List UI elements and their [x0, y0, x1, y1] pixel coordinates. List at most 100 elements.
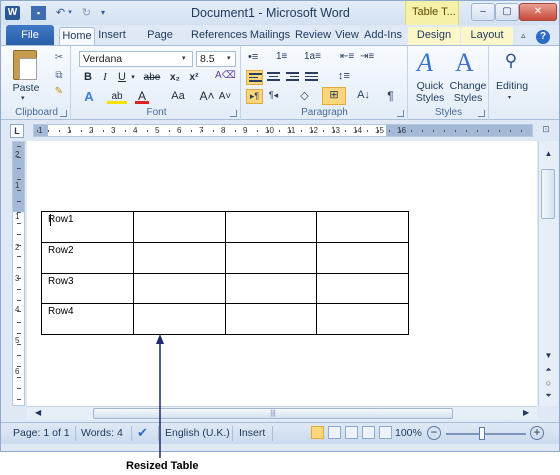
table-cell[interactable]: Row3: [41, 272, 134, 304]
font-color-button[interactable]: A: [135, 89, 149, 104]
vertical-scrollbar[interactable]: ▲ ▼ ⏶ ○ ⏷: [538, 141, 558, 406]
right-to-left-button[interactable]: ¶◂: [265, 89, 282, 104]
clipboard-launcher-icon[interactable]: [60, 110, 67, 117]
highlight-color-button[interactable]: ab: [107, 89, 127, 104]
format-painter-icon[interactable]: ✎: [53, 86, 65, 97]
table-cell[interactable]: [132, 303, 226, 335]
tab-home[interactable]: Home: [59, 27, 95, 46]
scroll-left-icon[interactable]: ◀: [35, 408, 41, 417]
line-spacing-button[interactable]: ↕≡: [338, 70, 355, 85]
font-size-dropdown-icon[interactable]: ▾: [227, 54, 231, 62]
tab-design[interactable]: Design: [408, 27, 460, 46]
customize-qat-icon[interactable]: ▾: [98, 6, 108, 20]
table-cell[interactable]: [132, 272, 226, 304]
insert-mode-status[interactable]: Insert: [239, 427, 265, 439]
underline-button[interactable]: U: [115, 70, 129, 85]
table-cell[interactable]: Row2: [41, 241, 134, 274]
quick-styles-icon[interactable]: A: [417, 50, 445, 76]
table-cell[interactable]: Row4: [41, 303, 134, 335]
word-count-status[interactable]: Words: 4: [81, 427, 123, 439]
strikethrough-button[interactable]: abe: [141, 70, 163, 85]
sort-button[interactable]: A↓: [355, 89, 372, 104]
table-cell[interactable]: [224, 241, 318, 274]
change-styles-icon[interactable]: A: [455, 50, 483, 76]
editing-button[interactable]: Editing: [490, 80, 534, 92]
quick-styles-button[interactable]: Quick Styles: [411, 80, 449, 104]
full-screen-reading-view-icon[interactable]: [328, 426, 341, 439]
left-to-right-button[interactable]: ▸¶: [246, 89, 263, 104]
table-cell[interactable]: [132, 211, 226, 243]
tab-selector-icon[interactable]: L: [10, 124, 24, 138]
vertical-scroll-thumb[interactable]: [541, 169, 555, 219]
table-cell[interactable]: [224, 303, 318, 335]
tab-insert[interactable]: Insert: [95, 27, 129, 46]
find-icon[interactable]: ⚲: [500, 50, 522, 72]
change-case-button[interactable]: Aa: [167, 89, 189, 104]
view-ruler-icon[interactable]: ⊡: [540, 124, 552, 136]
align-left-button[interactable]: [246, 70, 263, 85]
font-launcher-icon[interactable]: [230, 110, 237, 117]
paragraph-launcher-icon[interactable]: [397, 110, 404, 117]
bold-button[interactable]: B: [81, 70, 95, 85]
align-right-button[interactable]: [284, 70, 301, 85]
shrink-font-button[interactable]: A˅: [217, 89, 233, 104]
tab-page-layout[interactable]: Page Layout: [130, 27, 190, 58]
align-center-button[interactable]: [265, 70, 282, 85]
increase-indent-button[interactable]: ⇥≡: [360, 51, 377, 66]
tab-file[interactable]: File: [6, 25, 54, 45]
undo-dropdown-icon[interactable]: ▾: [66, 6, 74, 20]
multilevel-list-button[interactable]: 1a≡: [304, 51, 321, 66]
numbering-button[interactable]: 1≡: [276, 51, 293, 66]
clear-formatting-button[interactable]: A⌫: [215, 68, 236, 83]
maximize-button[interactable]: ▢: [495, 3, 519, 21]
save-icon[interactable]: ▪: [31, 6, 46, 20]
superscript-button[interactable]: x²: [186, 70, 202, 85]
paste-icon[interactable]: [13, 50, 37, 80]
underline-dropdown-icon[interactable]: ▾: [129, 70, 137, 85]
table-cell[interactable]: [316, 303, 409, 335]
scroll-up-icon[interactable]: ▲: [542, 149, 555, 161]
web-layout-view-icon[interactable]: [345, 426, 358, 439]
font-name-combobox[interactable]: Verdana: [79, 51, 193, 67]
italic-button[interactable]: I: [98, 70, 112, 85]
previous-page-icon[interactable]: ⏶: [542, 365, 555, 377]
proofing-icon[interactable]: ✔: [137, 425, 148, 441]
draft-view-icon[interactable]: [379, 426, 392, 439]
grow-font-button[interactable]: A˄: [199, 89, 215, 104]
table-cell[interactable]: [224, 211, 318, 243]
document-page[interactable]: Row1 Row2 Row3 Row4: [27, 141, 537, 406]
outline-view-icon[interactable]: [362, 426, 375, 439]
zoom-slider[interactable]: [446, 433, 526, 435]
copy-icon[interactable]: ⧉: [53, 70, 65, 81]
redo-icon[interactable]: ↻: [79, 6, 94, 20]
change-styles-button[interactable]: Change Styles: [447, 80, 489, 104]
print-layout-view-icon[interactable]: [311, 426, 324, 439]
horizontal-ruler[interactable]: 1212345678910111213141516: [33, 124, 533, 137]
bullets-button[interactable]: •≡: [248, 51, 265, 66]
table-cell[interactable]: [132, 241, 226, 274]
styles-launcher-icon[interactable]: [478, 110, 485, 117]
zoom-in-button[interactable]: +: [530, 426, 544, 440]
show-formatting-marks-button[interactable]: ¶: [382, 89, 399, 104]
close-button[interactable]: ✕: [519, 3, 557, 21]
table-cell[interactable]: [316, 211, 409, 243]
help-icon[interactable]: ?: [536, 30, 550, 44]
page-number-status[interactable]: Page: 1 of 1: [13, 427, 70, 439]
table-cell[interactable]: [316, 241, 409, 274]
language-status[interactable]: English (U.K.): [165, 427, 230, 439]
horizontal-scrollbar[interactable]: ◀ ||| ▶: [27, 406, 537, 420]
zoom-out-button[interactable]: −: [427, 426, 441, 440]
scroll-down-icon[interactable]: ▼: [542, 351, 555, 363]
table-cell[interactable]: [224, 272, 318, 304]
subscript-button[interactable]: x₂: [167, 70, 183, 85]
minimize-button[interactable]: –: [471, 3, 495, 21]
justify-button[interactable]: [303, 70, 320, 85]
vertical-ruler[interactable]: 21123456: [12, 141, 25, 406]
word-app-icon[interactable]: W: [5, 6, 20, 20]
zoom-slider-thumb[interactable]: [479, 427, 485, 440]
scroll-right-icon[interactable]: ▶: [523, 408, 529, 417]
select-browse-object-icon[interactable]: ○: [542, 378, 555, 390]
tab-add-ins[interactable]: Add-Ins: [362, 27, 404, 46]
tab-layout[interactable]: Layout: [461, 27, 513, 46]
tab-view[interactable]: View: [334, 27, 360, 46]
